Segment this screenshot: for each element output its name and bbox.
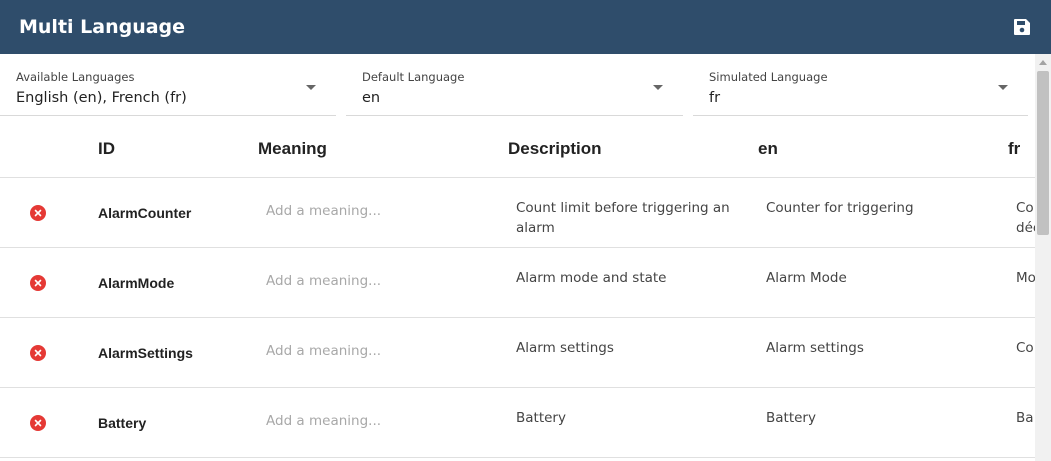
row-id: AlarmCounter bbox=[98, 205, 192, 221]
chevron-down-icon bbox=[653, 85, 663, 90]
chevron-down-icon bbox=[998, 85, 1008, 90]
row-id: AlarmMode bbox=[98, 275, 175, 291]
meaning-input[interactable] bbox=[258, 198, 478, 224]
table-row: AlarmSettings Alarm settings Alarm setti… bbox=[0, 318, 1035, 388]
row-description[interactable]: Battery bbox=[516, 408, 736, 428]
row-en-text[interactable]: Counter for triggering bbox=[766, 198, 986, 218]
row-en-text[interactable]: Alarm settings bbox=[766, 338, 986, 358]
row-en-text[interactable]: Battery bbox=[766, 408, 986, 428]
row-description[interactable]: Count limit before triggering an alarm bbox=[516, 198, 736, 238]
row-fr-text[interactable]: Mo bbox=[1016, 268, 1035, 308]
delete-row-button[interactable] bbox=[30, 275, 46, 291]
language-selectors: Available Languages English (en), French… bbox=[0, 54, 1035, 118]
close-icon bbox=[34, 349, 42, 357]
page-title: Multi Language bbox=[19, 16, 186, 38]
vertical-scrollbar[interactable] bbox=[1035, 54, 1051, 461]
row-id: Battery bbox=[98, 415, 147, 431]
delete-row-button[interactable] bbox=[30, 415, 46, 431]
row-id: AlarmSettings bbox=[98, 345, 193, 361]
simulated-language-select[interactable]: Simulated Language fr bbox=[693, 54, 1028, 116]
table-row: AlarmCounter Count limit before triggeri… bbox=[0, 178, 1035, 248]
meaning-input[interactable] bbox=[258, 408, 478, 434]
delete-row-button[interactable] bbox=[30, 345, 46, 361]
chevron-down-icon bbox=[306, 85, 316, 90]
available-languages-label: Available Languages bbox=[16, 70, 135, 84]
meaning-input[interactable] bbox=[258, 268, 478, 294]
row-description[interactable]: Alarm mode and state bbox=[516, 268, 736, 288]
column-header-fr: fr bbox=[1008, 139, 1021, 158]
app-header: Multi Language bbox=[0, 0, 1051, 54]
available-languages-value: English (en), French (fr) bbox=[16, 90, 187, 106]
column-header-description: Description bbox=[508, 139, 602, 158]
delete-row-button[interactable] bbox=[30, 205, 46, 221]
save-button[interactable] bbox=[1011, 16, 1033, 38]
simulated-language-label: Simulated Language bbox=[709, 70, 828, 84]
default-language-value: en bbox=[362, 90, 381, 106]
close-icon bbox=[34, 209, 42, 217]
table-row: AlarmMode Alarm mode and state Alarm Mod… bbox=[0, 248, 1035, 318]
default-language-select[interactable]: Default Language en bbox=[346, 54, 683, 116]
simulated-language-value: fr bbox=[709, 90, 721, 106]
translations-table: ID Meaning Description en fr AlarmCounte… bbox=[0, 118, 1035, 461]
floppy-disk-icon bbox=[1014, 19, 1030, 35]
default-language-label: Default Language bbox=[362, 70, 465, 84]
table-header: ID Meaning Description en fr bbox=[0, 118, 1035, 178]
column-header-meaning: Meaning bbox=[258, 139, 327, 158]
row-fr-text[interactable]: Co bbox=[1016, 338, 1035, 378]
row-en-text[interactable]: Alarm Mode bbox=[766, 268, 986, 288]
column-header-en: en bbox=[758, 139, 778, 158]
available-languages-select[interactable]: Available Languages English (en), French… bbox=[0, 54, 336, 116]
close-icon bbox=[34, 279, 42, 287]
table-row: Battery Battery Battery Ba bbox=[0, 388, 1035, 458]
scroll-up-arrow-icon[interactable] bbox=[1039, 60, 1047, 65]
row-fr-text[interactable]: Ba bbox=[1016, 408, 1035, 448]
row-fr-text[interactable]: Co déc bbox=[1016, 198, 1035, 238]
close-icon bbox=[34, 419, 42, 427]
column-header-id: ID bbox=[98, 139, 115, 158]
meaning-input[interactable] bbox=[258, 338, 478, 364]
scrollbar-thumb[interactable] bbox=[1037, 71, 1049, 235]
row-description[interactable]: Alarm settings bbox=[516, 338, 736, 358]
